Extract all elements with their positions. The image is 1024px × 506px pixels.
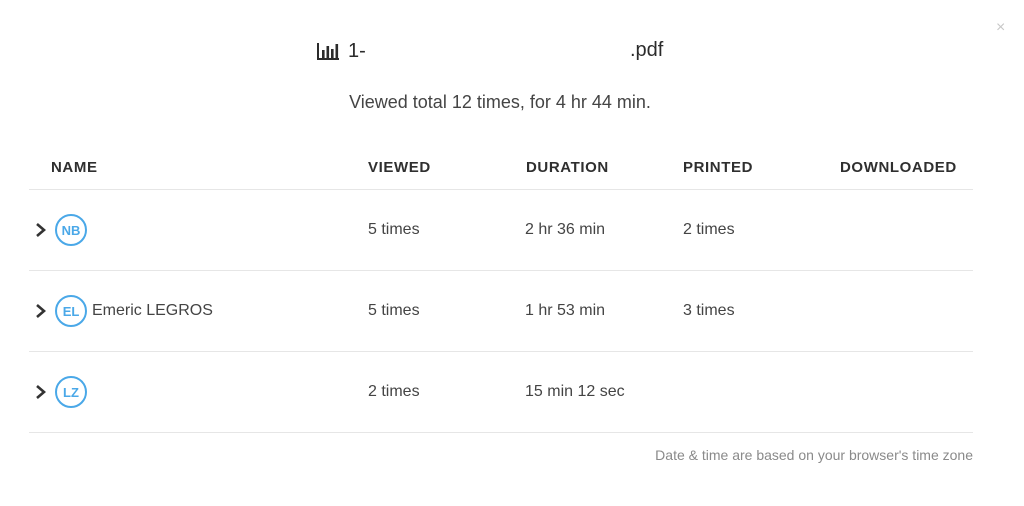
header-downloaded: DOWNLOADED: [840, 159, 957, 176]
avatar: EL: [55, 295, 87, 327]
header-duration: DURATION: [526, 159, 609, 176]
document-title-extension: .pdf: [630, 39, 664, 61]
table-row[interactable]: LZ 2 times 15 min 12 sec: [29, 352, 973, 433]
document-title: 1- .pdf: [316, 38, 663, 64]
view-duration: 15 min 12 sec: [525, 383, 625, 400]
header-name: NAME: [51, 159, 98, 176]
chevron-right-icon[interactable]: [34, 303, 48, 319]
analytics-modal: × 1- .pdf Viewed total 12 times, for 4 h…: [0, 0, 1024, 506]
header-viewed: VIEWED: [368, 159, 431, 176]
viewer-name: Emeric LEGROS: [92, 302, 213, 319]
view-duration: 2 hr 36 min: [525, 221, 606, 238]
avatar: NB: [55, 214, 87, 246]
chevron-right-icon[interactable]: [34, 222, 48, 238]
table-row[interactable]: EL Emeric LEGROS 5 times 1 hr 53 min 3 t…: [29, 271, 973, 352]
table-row[interactable]: NB 5 times 2 hr 36 min 2 times: [29, 190, 973, 271]
timezone-note: Date & time are based on your browser's …: [655, 447, 973, 463]
view-summary: Viewed total 12 times, for 4 hr 44 min.: [349, 92, 651, 112]
bar-chart-icon: [317, 43, 339, 60]
avatar: LZ: [55, 376, 87, 408]
view-duration: 1 hr 53 min: [525, 302, 606, 319]
document-title-prefix: 1-: [348, 39, 366, 62]
close-button[interactable]: ×: [996, 20, 1005, 36]
viewed-count: 5 times: [368, 302, 420, 319]
table-header: NAME VIEWED DURATION PRINTED DOWNLOADED: [29, 146, 973, 190]
printed-count: 3 times: [683, 302, 735, 319]
viewed-count: 5 times: [368, 221, 420, 238]
viewers-table: NAME VIEWED DURATION PRINTED DOWNLOADED …: [29, 146, 973, 433]
printed-count: 2 times: [683, 221, 735, 238]
viewed-count: 2 times: [368, 383, 420, 400]
chevron-right-icon[interactable]: [34, 384, 48, 400]
header-printed: PRINTED: [683, 159, 754, 176]
